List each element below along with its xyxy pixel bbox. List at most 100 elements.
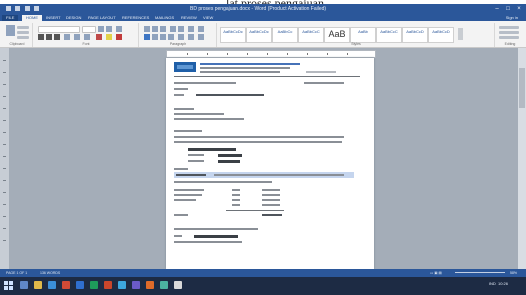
replace-button[interactable] (499, 31, 519, 34)
style-normal[interactable]: AaBbCcDc (220, 27, 246, 43)
status-bar: PAGE 1 OF 1 136 WORDS ▭ ▣ ▤ 58% (0, 269, 526, 277)
align-left-icon[interactable] (144, 34, 150, 40)
style-emphasis[interactable]: AaBbCcD (402, 27, 428, 43)
font-size-select[interactable] (82, 26, 96, 33)
minimize-button[interactable]: – (492, 5, 502, 13)
document-area (0, 48, 526, 269)
document-page[interactable] (166, 58, 374, 269)
redo-icon[interactable] (34, 6, 40, 11)
read-mode-icon[interactable]: ▭ ▣ ▤ (430, 271, 442, 275)
style-intense-emphasis[interactable]: AaBbCcD (428, 27, 454, 43)
app-icon[interactable] (146, 281, 154, 289)
styles-more-icon[interactable] (458, 28, 463, 40)
table-total-label (174, 214, 188, 216)
style-heading-1[interactable]: AaBbCc (272, 27, 298, 43)
vertical-scrollbar[interactable] (518, 48, 526, 269)
style-heading-2[interactable]: AaBbCcC (298, 27, 324, 43)
copy-button[interactable] (17, 31, 29, 34)
line-spacing-icon[interactable] (178, 34, 184, 40)
detail-value (218, 160, 240, 163)
file-explorer-icon[interactable] (34, 281, 42, 289)
bold-icon[interactable] (38, 34, 44, 40)
detail-value (218, 154, 242, 157)
align-center-icon[interactable] (152, 34, 158, 40)
search-icon[interactable] (20, 281, 28, 289)
horizontal-ruler[interactable] (166, 50, 376, 58)
cut-button[interactable] (17, 26, 29, 29)
zoom-level[interactable]: 58% (510, 271, 517, 275)
app-icon[interactable] (174, 281, 182, 289)
editing-group-label: Editing (504, 42, 516, 46)
text-line (174, 141, 342, 143)
decrease-indent-icon[interactable] (170, 26, 176, 32)
company-logo (174, 62, 196, 72)
text-line (174, 181, 272, 183)
align-right-icon[interactable] (160, 34, 166, 40)
clock[interactable]: 10:26 (498, 281, 508, 286)
borders-icon[interactable] (198, 34, 204, 40)
word-taskbar-icon[interactable] (76, 281, 84, 289)
browser-icon[interactable] (48, 281, 56, 289)
table-cell (262, 204, 280, 206)
superscript-icon[interactable] (84, 34, 90, 40)
detail-label (188, 160, 204, 162)
table-cell (262, 194, 280, 196)
table-rule (226, 210, 284, 211)
detail-label (188, 154, 204, 156)
style-subtitle[interactable]: AaBb (350, 27, 376, 43)
scrollbar-thumb[interactable] (519, 68, 525, 108)
undo-icon[interactable] (24, 6, 30, 11)
text-line (174, 136, 344, 138)
style-no-spacing[interactable]: AaBbCcDc (246, 27, 272, 43)
start-button[interactable] (4, 281, 13, 290)
shrink-font-icon[interactable] (106, 26, 112, 32)
title-bar: BD proses pengajuan.docx - Word (Product… (0, 4, 526, 14)
justify-icon[interactable] (168, 34, 174, 40)
select-button[interactable] (499, 36, 519, 39)
clear-formatting-icon[interactable] (116, 26, 122, 32)
text-line (174, 113, 224, 115)
show-marks-icon[interactable] (198, 26, 204, 32)
paste-icon[interactable] (6, 25, 15, 36)
text-line (174, 168, 188, 170)
find-button[interactable] (499, 26, 519, 29)
save-icon[interactable] (15, 6, 21, 11)
font-name-select[interactable] (38, 26, 80, 33)
strikethrough-icon[interactable] (64, 34, 70, 40)
numbering-icon[interactable] (152, 26, 158, 32)
language-indicator[interactable]: IND (489, 281, 496, 286)
table-cell (232, 204, 240, 206)
sort-icon[interactable] (188, 26, 194, 32)
app-icon[interactable] (132, 281, 140, 289)
text-effects-icon[interactable] (96, 34, 102, 40)
format-painter-button[interactable] (17, 36, 29, 39)
maximize-button[interactable]: □ (503, 5, 513, 13)
excel-taskbar-icon[interactable] (90, 281, 98, 289)
app-icon[interactable] (118, 281, 126, 289)
underline-icon[interactable] (54, 34, 60, 40)
font-color-icon[interactable] (116, 34, 122, 40)
grow-font-icon[interactable] (98, 26, 104, 32)
word-count[interactable]: 136 WORDS (40, 271, 60, 275)
style-subtle-emphasis[interactable]: AaBbCcC (376, 27, 402, 43)
letter-subject (196, 94, 264, 96)
powerpoint-taskbar-icon[interactable] (104, 281, 112, 289)
zoom-slider[interactable] (455, 272, 505, 273)
bullets-icon[interactable] (144, 26, 150, 32)
page-count[interactable]: PAGE 1 OF 1 (6, 271, 27, 275)
app-icon[interactable] (160, 281, 168, 289)
shading-icon[interactable] (188, 34, 194, 40)
italic-icon[interactable] (46, 34, 52, 40)
table-cell (174, 194, 202, 196)
increase-indent-icon[interactable] (178, 26, 184, 32)
app-icon[interactable] (62, 281, 70, 289)
word-window: BD proses pengajuan.docx - Word (Product… (0, 4, 526, 295)
highlight-color-icon[interactable] (106, 34, 112, 40)
text-line (174, 108, 194, 110)
subscript-icon[interactable] (74, 34, 80, 40)
table-total-value (262, 214, 282, 216)
close-button[interactable]: × (514, 5, 524, 13)
multilevel-list-icon[interactable] (160, 26, 166, 32)
text-line (174, 241, 194, 243)
style-title[interactable]: AaB (324, 27, 350, 43)
